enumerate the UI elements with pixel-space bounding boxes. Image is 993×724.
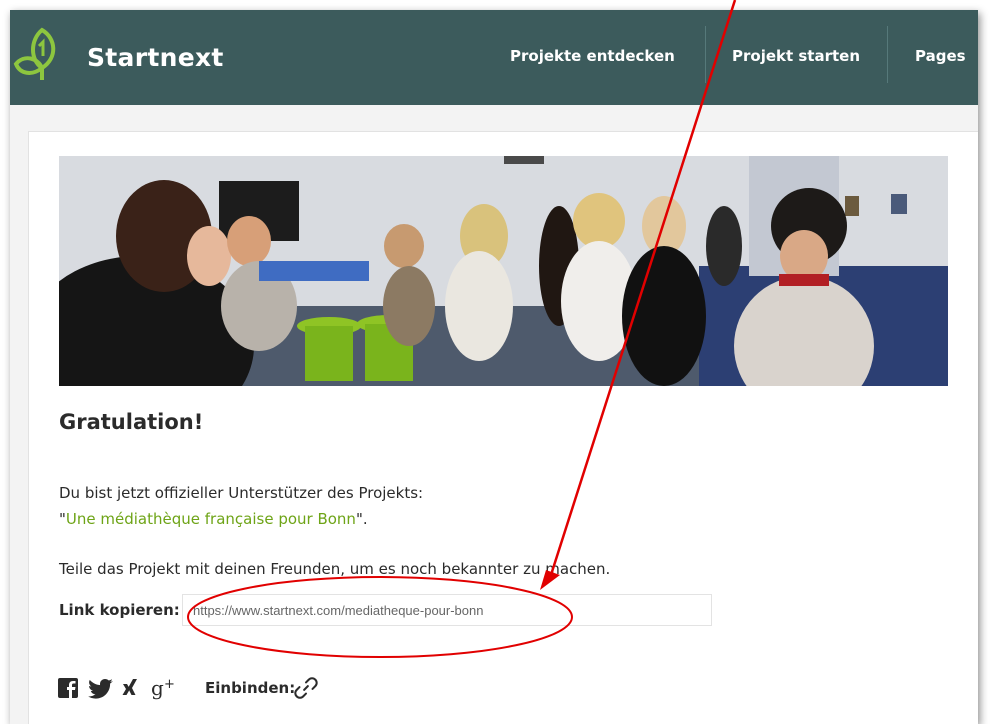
page-title: Gratulation! bbox=[59, 410, 204, 434]
nav-pages[interactable]: Pages bbox=[915, 47, 966, 65]
nav-separator bbox=[705, 26, 706, 83]
nav-projekt-starten[interactable]: Projekt starten bbox=[732, 47, 860, 65]
project-link[interactable]: Une médiathèque française pour Bonn bbox=[66, 510, 356, 528]
share-url-input[interactable] bbox=[182, 594, 712, 626]
xing-icon[interactable] bbox=[120, 675, 140, 701]
project-hero-image bbox=[59, 156, 948, 386]
google-plus-icon[interactable]: g + bbox=[150, 675, 184, 701]
top-navigation-bar: Startnext Projekte entdecken Projekt sta… bbox=[10, 10, 978, 105]
quote-close: ". bbox=[355, 510, 368, 528]
svg-text:g: g bbox=[151, 676, 164, 700]
embed-label: Einbinden: bbox=[205, 679, 296, 697]
quote-open: " bbox=[59, 510, 66, 528]
copy-link-label: Link kopieren: bbox=[59, 601, 180, 619]
brand-name[interactable]: Startnext bbox=[87, 43, 224, 72]
project-reference: "Une médiathèque française pour Bonn". bbox=[59, 510, 368, 528]
startnext-logo-icon[interactable] bbox=[12, 24, 68, 84]
browser-window: Startnext Projekte entdecken Projekt sta… bbox=[10, 10, 978, 724]
supporter-message: Du bist jetzt offizieller Unterstützer d… bbox=[59, 484, 424, 502]
hero-photo-illustration bbox=[59, 156, 948, 386]
facebook-icon[interactable] bbox=[57, 675, 79, 701]
nav-projekte-entdecken[interactable]: Projekte entdecken bbox=[510, 47, 675, 65]
confirmation-card: Gratulation! Du bist jetzt offizieller U… bbox=[28, 131, 978, 724]
twitter-icon[interactable] bbox=[87, 675, 115, 701]
nav-separator bbox=[887, 26, 888, 83]
share-prompt: Teile das Projekt mit deinen Freunden, u… bbox=[59, 560, 611, 578]
svg-text:+: + bbox=[164, 677, 175, 692]
link-icon[interactable] bbox=[292, 675, 320, 701]
